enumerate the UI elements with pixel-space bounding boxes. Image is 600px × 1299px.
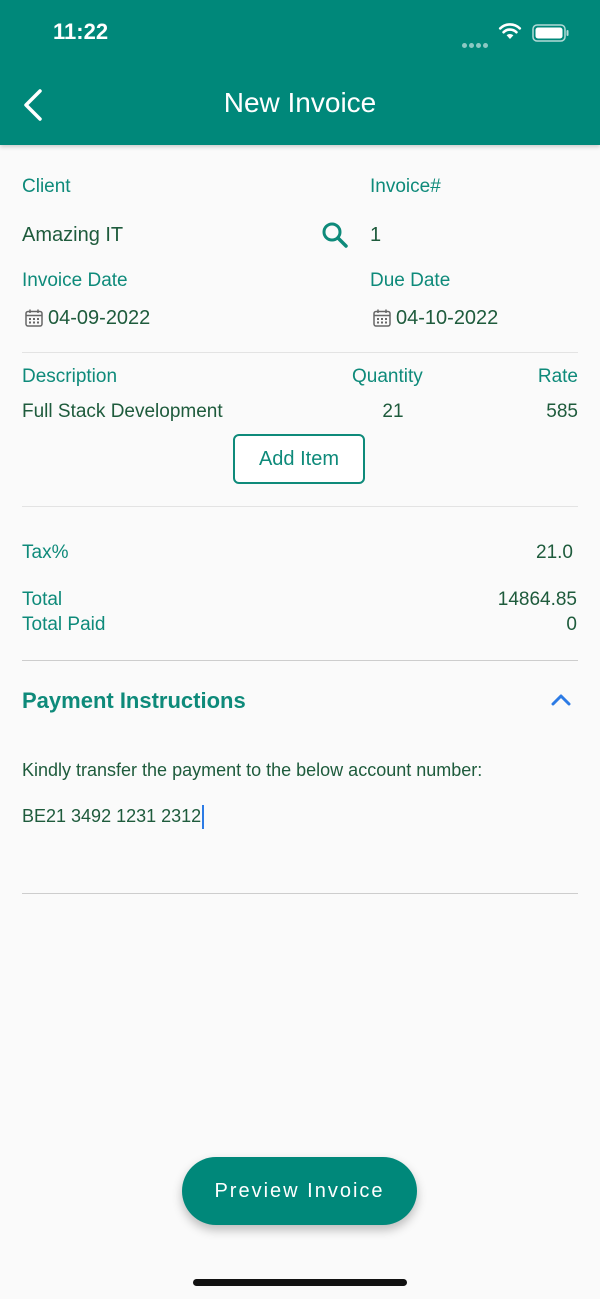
- add-item-button[interactable]: Add Item: [233, 434, 365, 484]
- divider: [22, 893, 578, 894]
- search-icon[interactable]: [320, 220, 350, 250]
- app-bar: 11:22 New Invoice: [0, 0, 600, 145]
- invoice-date-field[interactable]: 04-09-2022: [48, 307, 150, 330]
- preview-invoice-button[interactable]: Preview Invoice: [182, 1157, 417, 1225]
- rate-header: Rate: [537, 366, 578, 387]
- calendar-icon: [373, 309, 391, 327]
- status-time: 11:22: [53, 19, 109, 44]
- item-rate: 585: [546, 401, 578, 422]
- divider: [22, 660, 578, 661]
- invoice-number-field[interactable]: 1: [370, 224, 381, 247]
- invoice-date-label: Invoice Date: [22, 270, 128, 291]
- client-field[interactable]: Amazing IT: [22, 224, 123, 247]
- payment-instruction-text: Kindly transfer the payment to the below…: [22, 760, 483, 780]
- due-date-field[interactable]: 04-10-2022: [396, 307, 498, 330]
- total-paid-value: 0: [566, 614, 577, 635]
- tax-label: Tax%: [22, 542, 69, 563]
- tax-field[interactable]: 21.0: [428, 542, 573, 564]
- item-description: Full Stack Development: [22, 401, 223, 422]
- total-paid-label: Total Paid: [22, 614, 106, 635]
- signal-dots-icon: [462, 35, 490, 53]
- total-label: Total: [22, 589, 63, 610]
- battery-icon: [532, 24, 569, 42]
- client-label: Client: [22, 176, 71, 197]
- chevron-up-icon[interactable]: [551, 693, 571, 707]
- divider: [22, 352, 578, 353]
- quantity-header: Quantity: [352, 366, 423, 387]
- wifi-icon: [498, 23, 522, 39]
- payment-instructions-header[interactable]: Payment Instructions: [22, 688, 246, 714]
- page-title: New Invoice: [223, 87, 377, 118]
- home-indicator: [193, 1279, 407, 1286]
- description-header: Description: [22, 366, 118, 387]
- item-quantity: 21: [382, 401, 404, 422]
- total-value: 14864.85: [497, 589, 577, 610]
- calendar-icon: [25, 309, 43, 327]
- account-number-input[interactable]: BE21 3492 1231 2312: [22, 805, 205, 829]
- divider: [22, 506, 578, 507]
- account-number-value: BE21 3492 1231 2312: [22, 805, 202, 826]
- text-cursor: [202, 805, 205, 829]
- invoice-number-label: Invoice#: [370, 176, 441, 197]
- due-date-label: Due Date: [370, 270, 451, 291]
